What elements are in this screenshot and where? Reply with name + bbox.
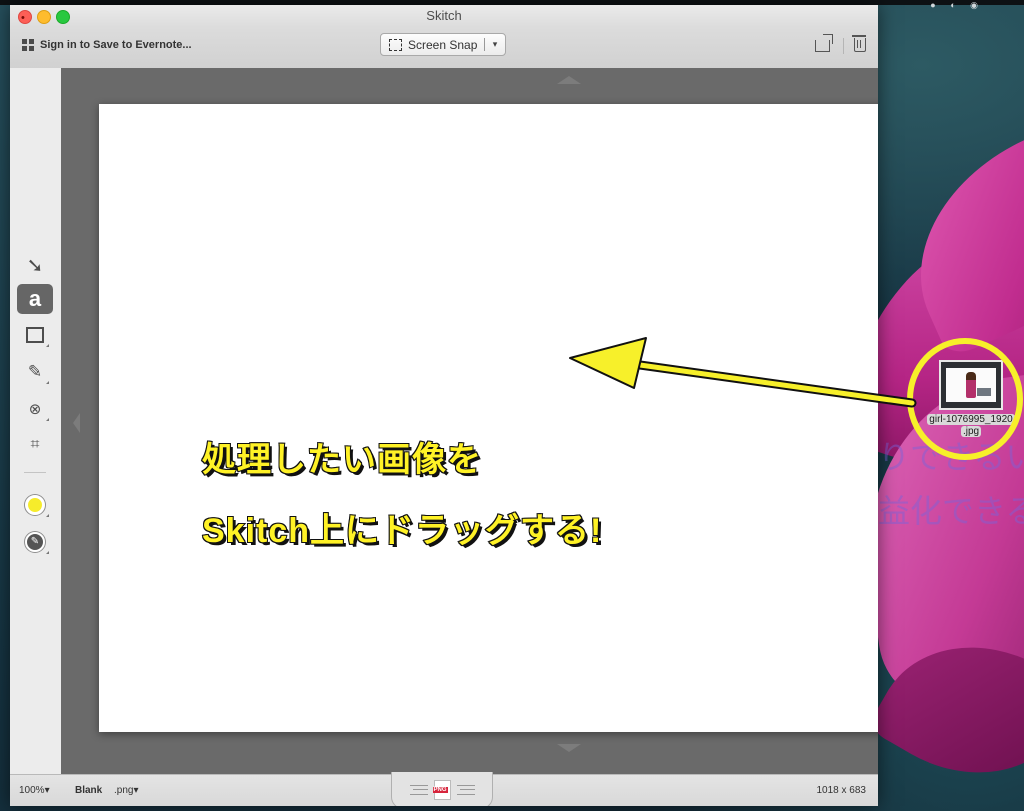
annotation-arrow xyxy=(569,337,917,408)
annotation-text-line-1: 処理したい画像を xyxy=(201,440,482,480)
annotation-text-line-2: Skitch上にドラッグする! xyxy=(201,511,603,551)
